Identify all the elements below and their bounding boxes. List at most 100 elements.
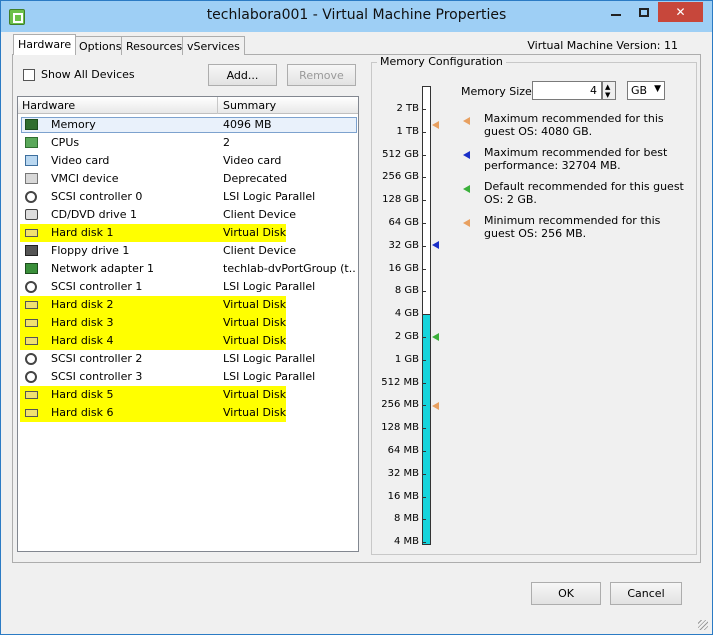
hardware-summary: LSI Logic Parallel <box>223 352 316 365</box>
scale-label: 16 GB <box>388 262 419 274</box>
column-header-summary[interactable]: Summary <box>223 99 276 112</box>
scale-label: 64 GB <box>388 217 419 228</box>
scale-tick <box>422 154 426 156</box>
hardware-name: Hard disk 6 <box>51 406 114 419</box>
hardware-summary: LSI Logic Parallel <box>223 280 316 293</box>
tab-hardware[interactable]: Hardware <box>13 34 77 55</box>
max-recommended-marker <box>432 121 439 129</box>
scale-tick <box>422 496 426 498</box>
hardware-row[interactable]: SCSI controller 2 LSI Logic Parallel <box>18 350 358 368</box>
spin-down-icon[interactable]: ▼ <box>605 91 610 99</box>
hardware-name: SCSI controller 2 <box>51 352 143 365</box>
hard-disk-icon <box>25 391 38 399</box>
add-device-button[interactable]: Add... <box>208 64 277 86</box>
memory-size-spinner[interactable]: ▲ ▼ <box>602 81 616 100</box>
show-all-devices-checkbox[interactable]: Show All Devices <box>23 68 135 81</box>
hardware-name: Hard disk 3 <box>51 316 114 329</box>
column-separator[interactable] <box>217 97 218 114</box>
maximize-button[interactable] <box>630 2 658 22</box>
hardware-row[interactable]: SCSI controller 3 LSI Logic Parallel <box>18 368 358 386</box>
ok-button[interactable]: OK <box>531 582 601 605</box>
title-bar[interactable]: techlabora001 - Virtual Machine Properti… <box>1 1 712 32</box>
hardware-summary: Virtual Disk <box>223 316 287 329</box>
hardware-summary: Virtual Disk <box>223 388 287 401</box>
memory-size-input[interactable]: 4 <box>532 81 602 100</box>
spin-up-icon[interactable]: ▲ <box>605 83 610 91</box>
hardware-row[interactable]: Floppy drive 1 Client Device <box>18 242 358 260</box>
hardware-row[interactable]: SCSI controller 1 LSI Logic Parallel <box>18 278 358 296</box>
checkbox-box[interactable] <box>23 68 35 81</box>
scsi-controller-icon <box>25 191 37 203</box>
hardware-summary: Virtual Disk <box>223 226 287 239</box>
close-icon: ✕ <box>675 5 686 19</box>
scale-tick <box>422 542 426 544</box>
min-recommended-marker <box>432 402 439 410</box>
cancel-button[interactable]: Cancel <box>610 582 682 605</box>
column-header-hardware[interactable]: Hardware <box>22 99 75 112</box>
close-button[interactable]: ✕ <box>658 2 703 22</box>
scale-tick <box>422 314 426 316</box>
hardware-summary: LSI Logic Parallel <box>223 370 316 383</box>
scale-label: 4 GB <box>394 308 419 320</box>
cd-dvd-icon <box>25 209 38 220</box>
hardware-row[interactable]: Hard disk 1 Virtual Disk <box>18 224 358 242</box>
hardware-row[interactable]: Hard disk 2 Virtual Disk <box>18 296 358 314</box>
scale-tick <box>422 223 426 224</box>
scale-label: 256 GB <box>382 171 419 183</box>
hardware-row[interactable]: Hard disk 5 Virtual Disk <box>18 386 358 404</box>
min-recommended-legend-icon <box>463 219 470 227</box>
hardware-row[interactable]: CPUs 2 <box>18 134 358 152</box>
scale-label: 8 MB <box>393 513 419 525</box>
hardware-row[interactable]: CD/DVD drive 1 Client Device <box>18 206 358 224</box>
hardware-summary: Client Device <box>223 208 296 221</box>
vm-properties-window: techlabora001 - Virtual Machine Properti… <box>0 0 713 635</box>
legend-text: Maximum recommended for this guest OS: 4… <box>484 112 664 138</box>
hardware-name: SCSI controller 3 <box>51 370 143 383</box>
scsi-controller-icon <box>25 353 37 365</box>
memory-size-label: Memory Size: <box>461 85 536 98</box>
scale-tick <box>422 359 426 361</box>
scale-tick <box>422 200 426 202</box>
hardware-summary: Virtual Disk <box>223 334 287 347</box>
hardware-name: Floppy drive 1 <box>51 244 130 257</box>
hardware-name: SCSI controller 1 <box>51 280 143 293</box>
scale-label: 128 MB <box>381 422 419 434</box>
tab-resources[interactable]: Resources <box>121 36 188 55</box>
scale-tick <box>422 337 426 338</box>
scale-label: 8 GB <box>394 285 419 297</box>
scsi-controller-icon <box>25 281 37 293</box>
scale-tick <box>422 382 426 384</box>
hardware-summary: LSI Logic Parallel <box>223 190 316 203</box>
remove-device-button[interactable]: Remove <box>287 64 356 86</box>
scale-label: 32 GB <box>388 239 419 251</box>
hard-disk-icon <box>25 337 38 345</box>
memory-unit-select[interactable]: GB ▼ <box>627 81 665 100</box>
hardware-table: Hardware Summary Memory 4096 MB CPUs 2 Video… <box>17 96 359 552</box>
hardware-row[interactable]: Hard disk 6 Virtual Disk <box>18 404 358 422</box>
scale-label: 64 MB <box>387 445 419 456</box>
hardware-row[interactable]: SCSI controller 0 LSI Logic Parallel <box>18 188 358 206</box>
hardware-row[interactable]: Video card Video card <box>18 152 358 170</box>
tab-options[interactable]: Options <box>74 36 127 55</box>
cpu-icon <box>25 137 38 148</box>
hardware-row[interactable]: Memory 4096 MB <box>18 116 358 134</box>
hardware-row[interactable]: Hard disk 4 Virtual Disk <box>18 332 358 350</box>
scale-tick <box>422 451 426 452</box>
hardware-name: VMCI device <box>51 172 119 185</box>
hardware-row[interactable]: Network adapter 1 techlab-dvPortGroup (t.… <box>18 260 358 278</box>
minimize-button[interactable] <box>602 2 630 22</box>
memory-scale-fill <box>422 314 431 545</box>
scale-tick <box>422 473 426 475</box>
scale-tick <box>422 131 426 133</box>
legend-text: Default recommended for this guest OS: 2… <box>484 180 684 206</box>
hardware-name: CPUs <box>51 136 80 149</box>
hardware-summary: techlab-dvPortGroup (t... <box>223 262 355 275</box>
hardware-row[interactable]: VMCI device Deprecated <box>18 170 358 188</box>
resize-grip[interactable] <box>698 620 708 630</box>
hardware-name: Network adapter 1 <box>51 262 154 275</box>
minimize-icon <box>611 14 621 16</box>
scale-tick <box>422 268 426 270</box>
hardware-summary: Deprecated <box>223 172 288 185</box>
hardware-row[interactable]: Hard disk 3 Virtual Disk <box>18 314 358 332</box>
tab-vservices[interactable]: vServices <box>182 36 245 55</box>
